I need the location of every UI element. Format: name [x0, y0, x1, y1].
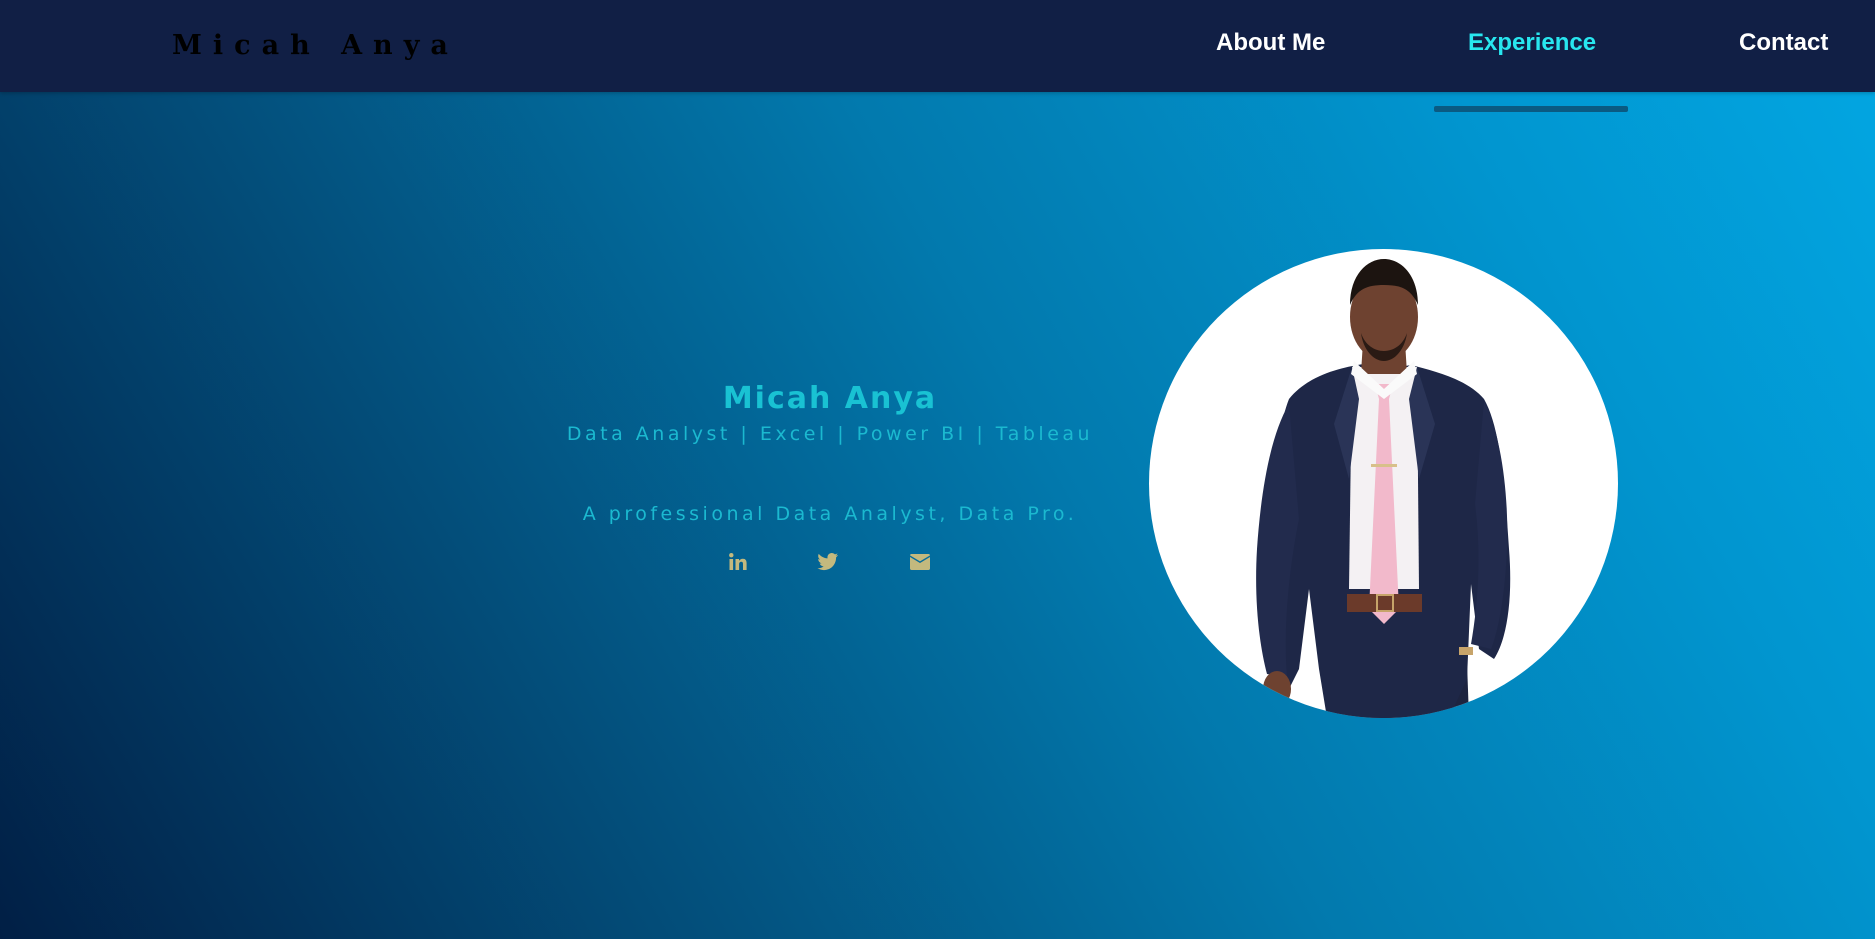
- twitter-icon: [817, 553, 839, 571]
- social-links: [722, 550, 942, 574]
- email-link[interactable]: [908, 550, 932, 574]
- top-navbar: Micah Anya About Me Experience Contact: [0, 0, 1875, 92]
- hero-name: Micah Anya: [722, 381, 938, 416]
- profile-photo-illustration: [1256, 259, 1511, 718]
- nav-experience[interactable]: Experience: [1468, 29, 1596, 57]
- hero-description: A professional Data Analyst, Data Pro.: [582, 503, 1078, 525]
- hero-tagline: Data Analyst | Excel | Power BI | Tablea…: [566, 423, 1094, 445]
- linkedin-link[interactable]: [726, 550, 750, 574]
- nav-about-me[interactable]: About Me: [1216, 29, 1325, 57]
- active-nav-indicator: [1434, 106, 1628, 112]
- site-brand[interactable]: Micah Anya: [172, 30, 459, 61]
- profile-photo: [1149, 249, 1618, 718]
- nav-contact[interactable]: Contact: [1739, 29, 1828, 57]
- email-icon: [910, 554, 930, 570]
- twitter-link[interactable]: [816, 550, 840, 574]
- hero-intro: Micah Anya Data Analyst | Excel | Power …: [530, 378, 1130, 528]
- linkedin-icon: [729, 553, 747, 570]
